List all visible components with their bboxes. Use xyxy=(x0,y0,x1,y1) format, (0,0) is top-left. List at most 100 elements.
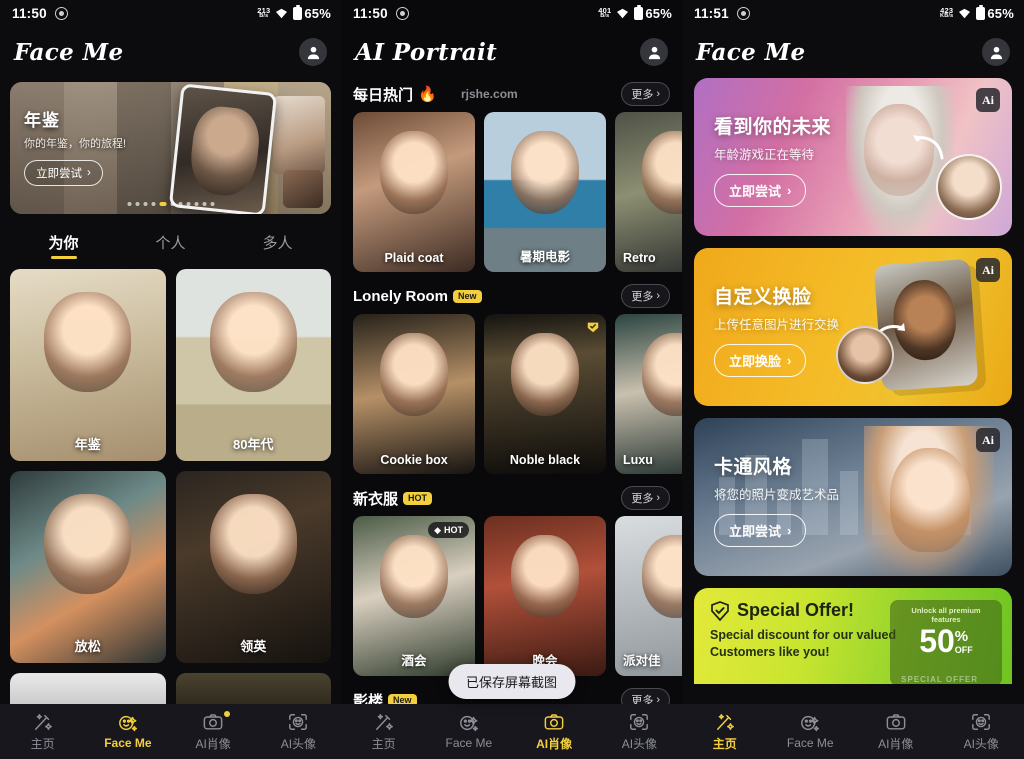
carousel-dots[interactable] xyxy=(127,202,214,206)
carousel-dot[interactable] xyxy=(178,202,182,206)
carousel-dot[interactable] xyxy=(135,202,139,206)
carousel-dot[interactable] xyxy=(151,202,155,206)
portrait-card[interactable]: Plaid coat xyxy=(353,112,475,272)
nav-item-home[interactable]: 主页 xyxy=(0,712,85,752)
offer-percent-sign: % xyxy=(954,628,969,645)
carousel-dot[interactable] xyxy=(202,202,206,206)
hero-photo-main xyxy=(168,83,278,214)
card-label: Cookie box xyxy=(380,453,448,467)
person-icon xyxy=(990,46,1002,59)
portrait-card[interactable]: 晚会 xyxy=(484,516,606,676)
tab-multi[interactable]: 多人 xyxy=(224,224,331,259)
carousel-dot[interactable] xyxy=(186,202,190,206)
special-offer-banner[interactable]: Special Offer! Special discount for our … xyxy=(694,588,1012,684)
section-card-row[interactable]: ◆ HOT 酒会 晚会 派对佳 xyxy=(341,516,682,676)
banner-cta-button[interactable]: 立即尝试 › xyxy=(714,514,807,547)
carousel-dot[interactable] xyxy=(143,202,147,206)
network-speed-indicator: 213 B/s xyxy=(257,6,270,20)
banner-cta-button[interactable]: 立即尝试 › xyxy=(714,174,807,207)
nav-label: AI头像 xyxy=(280,736,317,751)
more-button[interactable]: 更多 › xyxy=(621,486,670,510)
banner-see-your-future[interactable]: Ai 看到你的未来 年龄游戏正在等待 立即尝试 › xyxy=(694,78,1012,236)
hot-badge: HOT xyxy=(403,491,433,505)
tab-for-you[interactable]: 为你 xyxy=(10,224,117,259)
nav-label: Face Me xyxy=(786,736,834,750)
app-title: Face Me xyxy=(696,38,806,66)
status-bar-left: 11:50 xyxy=(12,6,68,21)
style-card[interactable]: 领英 xyxy=(175,471,331,663)
profile-button[interactable] xyxy=(982,38,1010,66)
hero-photo-side-2 xyxy=(283,170,323,208)
category-tabs: 为你 个人 多人 xyxy=(0,224,341,259)
tab-label: 多人 xyxy=(262,235,293,252)
portrait-card[interactable]: Cookie box xyxy=(353,314,475,474)
nav-item-ai-portrait[interactable]: AI肖像 xyxy=(171,710,256,752)
nav-item-home[interactable]: 主页 xyxy=(682,712,768,752)
status-bar-left: 11:50 xyxy=(353,6,409,21)
banner-text: 自定义换脸 上传任意图片进行交换 立即换脸 › xyxy=(714,282,839,377)
camera-icon xyxy=(203,713,223,730)
status-bar: 11:50 401 B/s 65% xyxy=(341,0,682,26)
carousel-dot-active[interactable] xyxy=(159,202,166,206)
portrait-card[interactable]: Luxu xyxy=(615,314,682,474)
shield-check-icon xyxy=(711,600,729,621)
section-title: 新衣服 HOT xyxy=(353,488,433,509)
nav-item-ai-portrait[interactable]: AI肖像 xyxy=(853,712,939,752)
nav-item-face-me[interactable]: Face Me xyxy=(85,713,170,750)
battery-percent: 65% xyxy=(304,5,331,21)
style-card[interactable]: 放松 xyxy=(10,471,166,663)
card-thumbnail xyxy=(615,112,682,272)
tab-single[interactable]: 个人 xyxy=(117,224,224,259)
more-button[interactable]: 更多 › xyxy=(621,82,670,106)
portrait-card[interactable]: 派对佳 xyxy=(615,516,682,676)
section-header: 每日热门 🔥 rjshe.com 更多 › xyxy=(341,78,682,112)
carousel-dot[interactable] xyxy=(170,202,174,206)
portrait-card[interactable]: ◆ HOT 酒会 xyxy=(353,516,475,676)
portrait-card[interactable]: Retro xyxy=(615,112,682,272)
portrait-card[interactable]: Noble black xyxy=(484,314,606,474)
carousel-dot[interactable] xyxy=(210,202,214,206)
offer-discount-value: 50 % OFF xyxy=(898,623,994,659)
style-card-label: 领英 xyxy=(240,639,267,654)
card-label: Retro xyxy=(623,251,656,265)
section-title: 每日热门 🔥 xyxy=(353,84,437,105)
nav-item-ai-portrait[interactable]: AI肖像 xyxy=(512,712,597,752)
hero-cta-label: 立即尝试 xyxy=(36,168,82,180)
portrait-card[interactable]: 暑期电影 xyxy=(484,112,606,272)
nav-item-ai-avatar[interactable]: AI头像 xyxy=(597,712,682,752)
style-card[interactable]: 80年代 xyxy=(175,269,331,461)
status-bar-left: 11:51 xyxy=(694,6,750,21)
network-speed-unit: B/s xyxy=(259,13,269,19)
style-card[interactable]: 年鉴 xyxy=(10,269,166,461)
nav-item-ai-avatar[interactable]: AI头像 xyxy=(256,712,341,752)
phone-panel-left: 11:50 213 B/s 65% Face Me 年鉴 你的年鉴，你的旅程! … xyxy=(0,0,341,759)
status-time: 11:50 xyxy=(12,5,47,21)
nav-item-face-me[interactable]: Face Me xyxy=(426,713,511,750)
new-badge: New xyxy=(453,289,482,303)
banner-custom-face-swap[interactable]: Ai 自定义换脸 上传任意图片进行交换 立即换脸 › xyxy=(694,248,1012,406)
section-header: 新衣服 HOT 更多 › xyxy=(341,482,682,516)
nav-item-face-me[interactable]: Face Me xyxy=(768,713,854,750)
hero-cta-button[interactable]: 立即尝试 › xyxy=(24,160,103,186)
offer-number: 50 xyxy=(919,623,955,659)
chevron-right-icon: › xyxy=(787,523,792,538)
banner-cartoon-style[interactable]: Ai 卡通风格 将您的照片变成艺术品 立即尝试 › xyxy=(694,418,1012,576)
banner-cta-button[interactable]: 立即换脸 › xyxy=(714,344,807,377)
carousel-dot[interactable] xyxy=(127,202,131,206)
status-time: 11:51 xyxy=(694,5,729,21)
face-swap-icon xyxy=(459,715,478,732)
profile-button[interactable] xyxy=(640,38,668,66)
nav-item-home[interactable]: 主页 xyxy=(341,712,426,752)
hero-banner-yearbook[interactable]: 年鉴 你的年鉴，你的旅程! 立即尝试 › xyxy=(10,82,331,214)
screenshot-saved-toast: 已保存屏幕截图 xyxy=(447,664,576,699)
app-header: AI Portrait xyxy=(341,26,682,78)
section-card-row[interactable]: Cookie box Noble black Luxu xyxy=(341,314,682,474)
banner-cta-label: 立即尝试 xyxy=(729,524,782,539)
more-button[interactable]: 更多 › xyxy=(621,284,670,308)
nav-item-ai-avatar[interactable]: AI头像 xyxy=(939,712,1024,752)
carousel-dot[interactable] xyxy=(194,202,198,206)
hero-subtitle: 你的年鉴，你的旅程! xyxy=(24,138,127,150)
camera-indicator-icon xyxy=(54,6,68,20)
profile-button[interactable] xyxy=(299,38,327,66)
section-card-row[interactable]: Plaid coat 暑期电影 Retro xyxy=(341,112,682,272)
